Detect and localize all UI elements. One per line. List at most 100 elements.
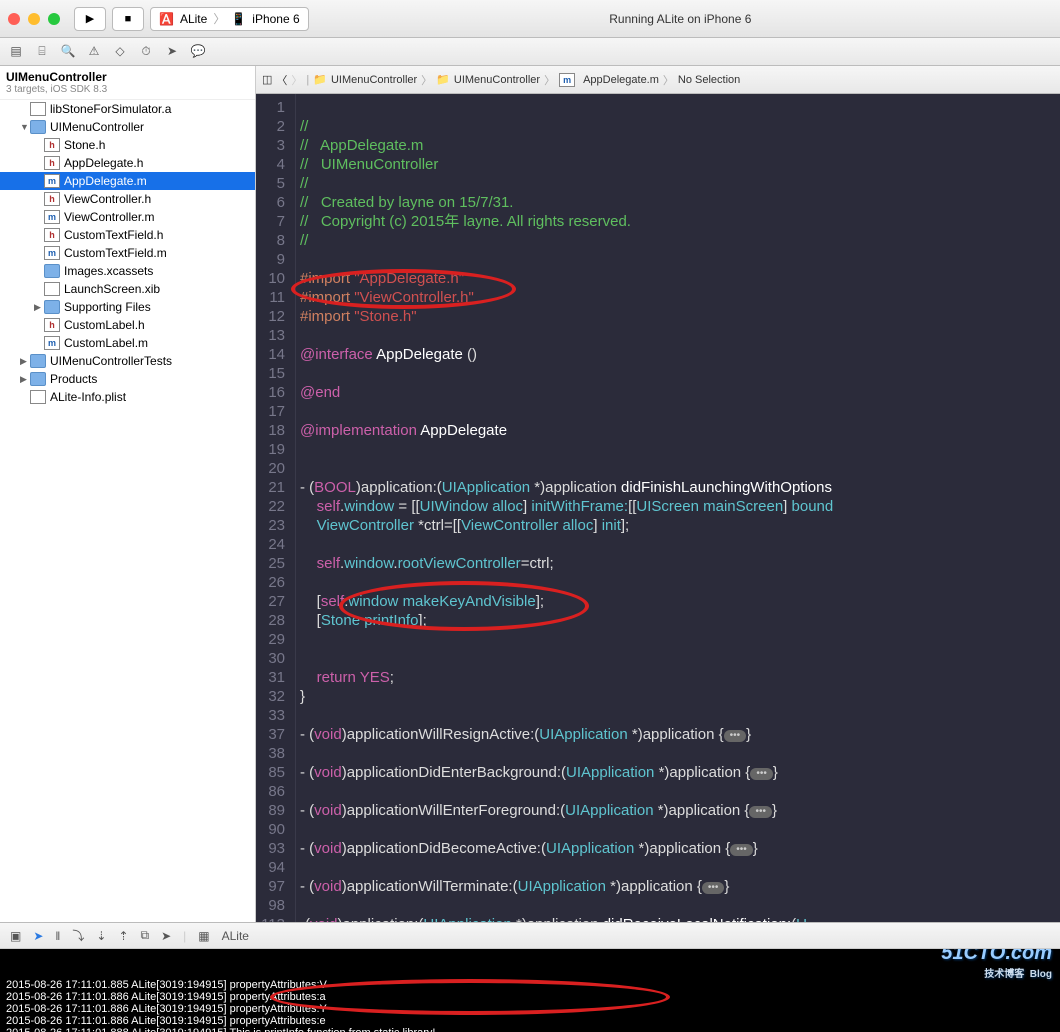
scheme-app: ALite — [180, 12, 207, 26]
hide-debug-icon[interactable]: ▣ — [10, 929, 21, 943]
chevron-right-icon: 〉 — [213, 10, 225, 27]
m-icon: m — [44, 210, 60, 224]
code-editor[interactable]: 1234567891011121314151617181920212223242… — [256, 94, 1060, 922]
file-tree-item[interactable]: LaunchScreen.xib — [0, 280, 255, 298]
file-tree-item[interactable]: h AppDelegate.h — [0, 154, 255, 172]
file-tree-item[interactable]: ALite-Info.plist — [0, 388, 255, 406]
view-debug-icon[interactable]: ⧉ — [141, 928, 150, 943]
file-tree-item[interactable]: ▶Supporting Files — [0, 298, 255, 316]
h-icon: h — [44, 228, 60, 242]
location-icon[interactable]: ➤ — [161, 929, 171, 943]
folder-icon: 📁 — [436, 73, 450, 86]
jump-bar[interactable]: ◫ 〈 〉 | 📁UIMenuController 〉 📁UIMenuContr… — [256, 66, 1060, 94]
pause-icon[interactable]: ‖ — [55, 929, 60, 943]
debug-area: ▣ ➤ ‖ ⤵ ⇣ ⇡ ⧉ ➤ | ▦ ALite 2015-08-26 17:… — [0, 922, 1060, 1032]
file-tree-item[interactable]: mAppDelegate.m — [0, 172, 255, 190]
folder-icon — [30, 120, 46, 134]
folder-icon: 📁 — [313, 73, 327, 86]
scheme-device: iPhone 6 — [252, 12, 299, 26]
file-tree-item[interactable]: hStone.h — [0, 136, 255, 154]
project-header[interactable]: UIMenuController 3 targets, iOS SDK 8.3 — [0, 66, 255, 100]
watermark: 51CTO.com技术博客 Blog — [908, 949, 1052, 1026]
stop-button[interactable]: ■ — [112, 7, 144, 31]
scheme-selector[interactable]: 🅰️ ALite 〉 📱 iPhone 6 — [150, 7, 309, 31]
zoom-icon[interactable] — [48, 13, 60, 25]
h-icon: h — [44, 156, 60, 170]
jumpbar-item[interactable]: No Selection — [678, 74, 740, 86]
debug-bar: ▣ ➤ ‖ ⤵ ⇣ ⇡ ⧉ ➤ | ▦ ALite — [0, 923, 1060, 949]
breakpoint-nav-icon[interactable]: ➤ — [164, 44, 180, 59]
file-label: Products — [50, 372, 97, 386]
close-icon[interactable] — [8, 13, 20, 25]
file-label: UIMenuController — [50, 120, 144, 134]
xib-icon — [44, 282, 60, 296]
debug-nav-icon[interactable]: ⏱ — [138, 44, 154, 59]
file-label: CustomTextField.m — [64, 246, 167, 260]
minimize-icon[interactable] — [28, 13, 40, 25]
process-icon: ▦ — [198, 929, 209, 943]
file-tree-item[interactable]: h ViewController.h — [0, 190, 255, 208]
file-tree-item[interactable]: m CustomLabel.m — [0, 334, 255, 352]
activity-status: Running ALite on iPhone 6 — [309, 12, 1052, 26]
breakpoint-icon[interactable]: ➤ — [33, 929, 43, 943]
related-items-icon[interactable]: ◫ — [262, 73, 272, 86]
step-over-icon[interactable]: ⤵ — [72, 927, 84, 944]
file-tree: libStoneForSimulator.a▼UIMenuControllerh… — [0, 100, 255, 406]
step-in-icon[interactable]: ⇣ — [96, 929, 106, 943]
file-tree-item[interactable]: libStoneForSimulator.a — [0, 100, 255, 118]
file-tree-item[interactable]: h CustomLabel.h — [0, 316, 255, 334]
jumpbar-item[interactable]: UIMenuController — [454, 74, 540, 86]
forward-icon[interactable]: 〉 — [291, 72, 302, 88]
line-gutter: 1234567891011121314151617181920212223242… — [256, 94, 296, 922]
navigator-bar: ▤ ⌸ 🔍 ⚠ ◇ ⏱ ➤ 💬 — [0, 38, 1060, 66]
symbol-nav-icon[interactable]: ⌸ — [34, 44, 50, 59]
project-navigator: UIMenuController 3 targets, iOS SDK 8.3 … — [0, 66, 256, 922]
m-icon: m — [44, 336, 60, 350]
file-tree-item[interactable]: Images.xcassets — [0, 262, 255, 280]
app-icon: 🅰️ — [159, 12, 174, 26]
file-tree-item[interactable]: ▶Products — [0, 370, 255, 388]
folder-icon — [44, 264, 60, 278]
console-output[interactable]: 2015-08-26 17:11:01.885 ALite[3019:19491… — [0, 949, 1060, 1032]
h-icon: h — [44, 318, 60, 332]
issue-nav-icon[interactable]: ⚠ — [86, 44, 102, 59]
file-label: CustomTextField.h — [64, 228, 163, 242]
plist-icon — [30, 390, 46, 404]
editor-area: ◫ 〈 〉 | 📁UIMenuController 〉 📁UIMenuContr… — [256, 66, 1060, 922]
lib-icon — [30, 102, 46, 116]
project-nav-icon[interactable]: ▤ — [8, 44, 24, 59]
find-nav-icon[interactable]: 🔍 — [60, 44, 76, 59]
folder-icon — [44, 300, 60, 314]
project-title: UIMenuController — [6, 70, 249, 84]
file-label: CustomLabel.m — [64, 336, 148, 350]
file-label: ViewController.m — [64, 210, 154, 224]
file-label: Supporting Files — [64, 300, 151, 314]
file-tree-item[interactable]: mCustomTextField.m — [0, 244, 255, 262]
folder-icon — [30, 354, 46, 368]
file-tree-item[interactable]: ▼UIMenuController — [0, 118, 255, 136]
debug-target[interactable]: ALite — [222, 929, 249, 943]
m-icon: m — [44, 174, 60, 188]
file-label: CustomLabel.h — [64, 318, 145, 332]
file-tree-item[interactable]: h CustomTextField.h — [0, 226, 255, 244]
jumpbar-item[interactable]: AppDelegate.m — [583, 74, 659, 86]
folder-icon — [30, 372, 46, 386]
file-label: ViewController.h — [64, 192, 151, 206]
file-tree-item[interactable]: m ViewController.m — [0, 208, 255, 226]
file-label: AppDelegate.h — [64, 156, 143, 170]
h-icon: h — [44, 192, 60, 206]
file-label: ALite-Info.plist — [50, 390, 126, 404]
file-label: libStoneForSimulator.a — [50, 102, 171, 116]
test-nav-icon[interactable]: ◇ — [112, 44, 128, 59]
report-nav-icon[interactable]: 💬 — [190, 44, 206, 59]
back-icon[interactable]: 〈 — [276, 72, 287, 88]
run-button[interactable]: ▶ — [74, 7, 106, 31]
step-out-icon[interactable]: ⇡ — [118, 929, 128, 943]
file-label: Stone.h — [64, 138, 105, 152]
code-text[interactable]: // // AppDelegate.m // UIMenuController … — [296, 94, 1060, 922]
file-label: Images.xcassets — [64, 264, 153, 278]
file-tree-item[interactable]: ▶UIMenuControllerTests — [0, 352, 255, 370]
jumpbar-item[interactable]: UIMenuController — [331, 74, 417, 86]
window-controls — [8, 13, 60, 25]
project-subtitle: 3 targets, iOS SDK 8.3 — [6, 84, 249, 95]
